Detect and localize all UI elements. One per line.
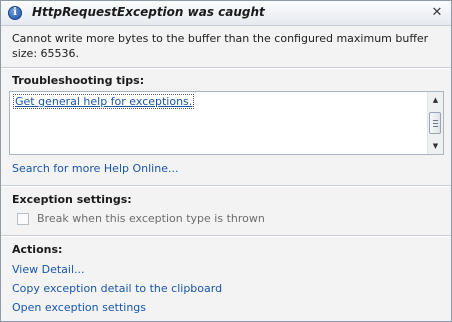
thumb-grip [433, 120, 438, 121]
info-icon: i [8, 6, 22, 20]
close-icon[interactable]: ✕ [429, 4, 445, 21]
thumb-grip [433, 123, 438, 124]
dialog-title: HttpRequestException was caught [32, 5, 265, 19]
actions-label: Actions: [12, 243, 63, 256]
search-help-online-link[interactable]: Search for more Help Online... [12, 162, 178, 175]
troubleshooting-label: Troubleshooting tips: [12, 74, 145, 87]
copy-exception-detail-link[interactable]: Copy exception detail to the clipboard [12, 282, 222, 295]
thumb-grip [433, 126, 438, 127]
scroll-down-icon[interactable]: ▼ [428, 140, 443, 152]
exception-settings-label: Exception settings: [12, 193, 132, 206]
divider [1, 235, 451, 237]
scroll-thumb[interactable] [429, 112, 441, 134]
divider [1, 67, 451, 69]
exception-assistant-dialog: i HttpRequestException was caught ✕ Cann… [0, 0, 452, 322]
open-exception-settings-link[interactable]: Open exception settings [12, 301, 146, 314]
troubleshooting-tips-list: Get general help for exceptions. ▲ ▼ [9, 91, 444, 155]
tip-link-general-help[interactable]: Get general help for exceptions. [13, 94, 195, 109]
divider [1, 185, 451, 187]
tips-scrollbar[interactable]: ▲ ▼ [427, 92, 443, 154]
break-on-exception-checkbox[interactable] [17, 213, 29, 225]
scroll-up-icon[interactable]: ▲ [428, 94, 443, 106]
view-detail-link[interactable]: View Detail... [12, 263, 85, 276]
break-on-exception-label[interactable]: Break when this exception type is thrown [37, 212, 265, 225]
exception-message: Cannot write more bytes to the buffer th… [12, 32, 429, 60]
title-bar: i HttpRequestException was caught ✕ [1, 1, 451, 26]
